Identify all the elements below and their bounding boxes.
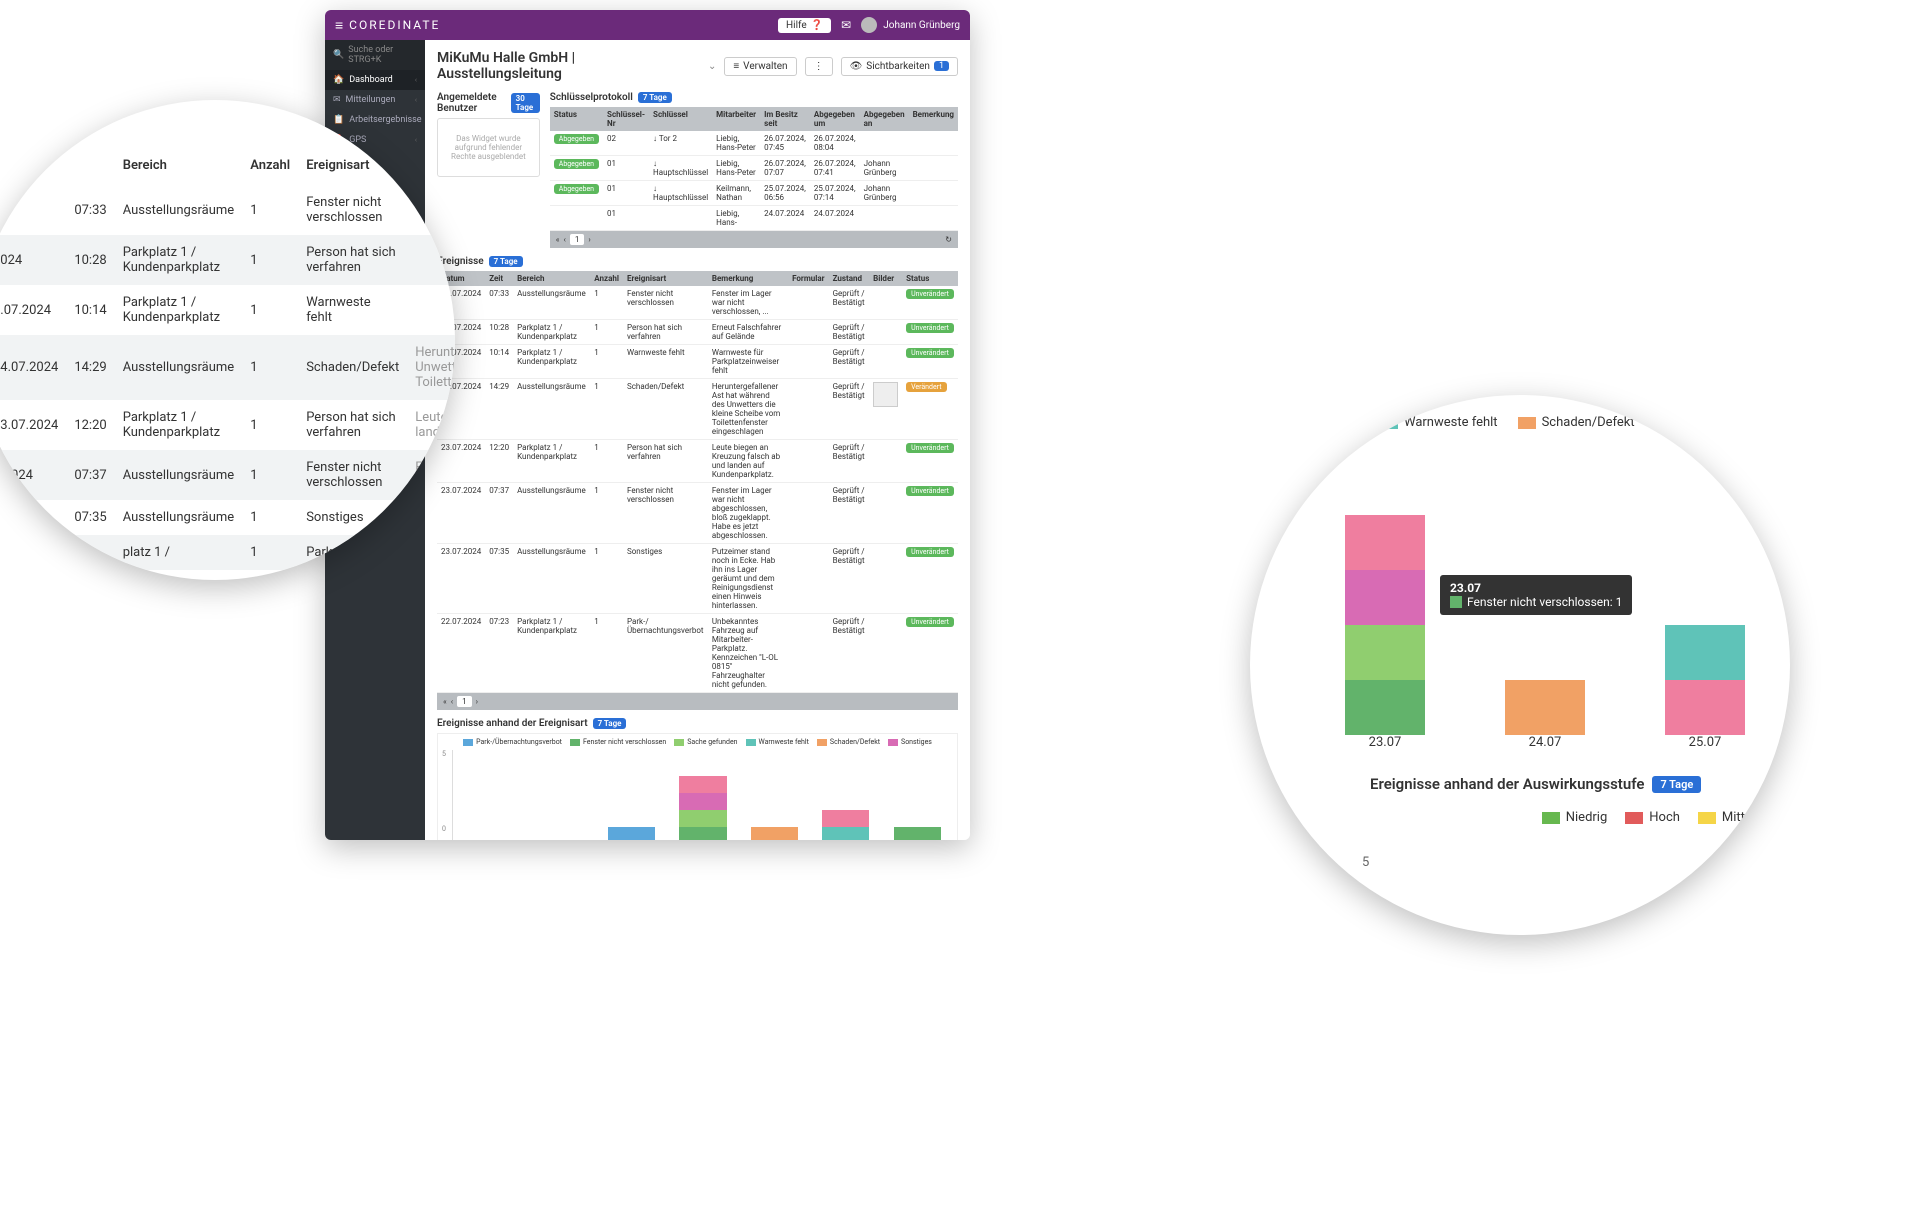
nav-icon: 📋 [333, 115, 344, 125]
chevron-down-icon[interactable]: ⌄ [708, 61, 716, 72]
main-content: MiKuMu Halle GmbH | Ausstellungsleitung … [425, 40, 970, 840]
table-row: 23.07.202412:20Parkplatz 1 / Kundenparkp… [0, 400, 455, 450]
widget-keys-title: Schlüsselprotokoll [550, 92, 633, 103]
chart1-title: Ereignisse anhand der Ereignisart [437, 718, 588, 729]
table-row[interactable]: 25.07.202410:28Parkplatz 1 / Kundenparkp… [437, 320, 958, 345]
table-row[interactable]: 23.07.202407:35Ausstellungsräume1Sonstig… [437, 544, 958, 614]
table-row[interactable]: 23.07.202407:37Ausstellungsräume1Fenster… [437, 483, 958, 544]
search-icon: 🔍 [333, 50, 344, 60]
table-row[interactable]: Abgegeben01↓ HauptschlüsselLiebig, Hans-… [550, 156, 958, 181]
keys-table: StatusSchlüssel-NrSchlüsselMitarbeiterIm… [550, 107, 958, 231]
table-row[interactable]: 01Liebig, Hans-24.07.202424.07.2024 [550, 206, 958, 231]
chart-ereignisart: Park-/ÜbernachtungsverbotFenster nicht v… [437, 733, 958, 840]
table-row[interactable]: 24.07.202414:29Ausstellungsräume1Schaden… [437, 379, 958, 440]
table-row: 07:35Ausstellungsräume1Sonstiges [0, 500, 455, 535]
nav-icon: 🏠 [333, 75, 344, 85]
menu-icon[interactable]: ≡ [335, 17, 343, 34]
events-table: DatumZeitBereichAnzahlEreignisartBemerku… [437, 271, 958, 693]
brand: COREDINATE [349, 18, 440, 32]
nav-icon: ✉ [333, 95, 341, 105]
zoom-events-table: BereichAnzahlEreignisart 07:33Ausstellun… [0, 100, 455, 580]
table-row: 202410:28Parkplatz 1 / Kundenparkplatz1P… [0, 235, 455, 285]
verwalten-button[interactable]: ≡Verwalten [724, 57, 796, 76]
table-row[interactable]: 22.07.202407:23Parkplatz 1 / Kundenparkp… [437, 614, 958, 693]
table-row[interactable]: Abgegeben01↓ HauptschlüsselKeilmann, Nat… [550, 181, 958, 206]
search-input[interactable]: 🔍 Suche oder STRG+K [325, 40, 425, 70]
chart-tooltip: 23.07 Fenster nicht verschlossen: 1 [1440, 575, 1632, 615]
help-icon: ❓ [811, 20, 823, 31]
sidebar-item-1[interactable]: ✉Mitteilungen‹ [325, 90, 425, 110]
topbar: ≡ COREDINATE Hilfe ❓ ✉ Johann Grünberg [325, 10, 970, 40]
paginator[interactable]: «‹1›↻ [550, 231, 958, 248]
widget-users-title: Angemeldete Benutzer [437, 92, 506, 114]
zoom-chart-title: Ereignisse anhand der Auswirkungsstufe [1370, 775, 1644, 793]
table-row[interactable]: 26.07.202407:33Ausstellungsräume1Fenster… [437, 286, 958, 320]
table-row[interactable]: 23.07.202412:20Parkplatz 1 / Kundenparkp… [437, 440, 958, 483]
avatar[interactable] [861, 17, 877, 33]
more-button[interactable]: ⋮ [805, 57, 833, 76]
sichtbarkeiten-button[interactable]: 👁Sichtbarkeiten 1 [841, 57, 958, 76]
table-row: platz 1 /1Park-/ [0, 535, 455, 570]
table-row: 5.07.202410:14Parkplatz 1 / Kundenparkpl… [0, 285, 455, 335]
table-row: 7.202407:37Ausstellungsräume1Fenster nic… [0, 450, 455, 500]
table-row[interactable]: Abgegeben02↓ Tor 2Liebig, Hans-Peter26.0… [550, 131, 958, 156]
user-name[interactable]: Johann Grünberg [883, 20, 960, 31]
table-row: 24.07.202414:29Ausstellungsräume1Schaden… [0, 335, 455, 400]
sidebar-item-0[interactable]: 🏠Dashboard‹ [325, 70, 425, 90]
table-row[interactable]: 25.07.202410:14Parkplatz 1 / Kundenparkp… [437, 345, 958, 379]
sidebar-item-2[interactable]: 📋Arbeitsergebnisse‹ [325, 110, 425, 130]
table-row: 07:33Ausstellungsräume1Fenster nicht ver… [0, 185, 455, 235]
paginator[interactable]: «‹1› [437, 693, 958, 710]
page-title: MiKuMu Halle GmbH | Ausstellungsleitung [437, 50, 700, 82]
mail-icon[interactable]: ✉ [841, 18, 851, 32]
zoom-chart: Warnweste fehltSchaden/DefektS 23.07 Fen… [1250, 395, 1790, 935]
help-button[interactable]: Hilfe ❓ [778, 18, 831, 33]
refresh-icon[interactable]: ↻ [945, 235, 952, 244]
